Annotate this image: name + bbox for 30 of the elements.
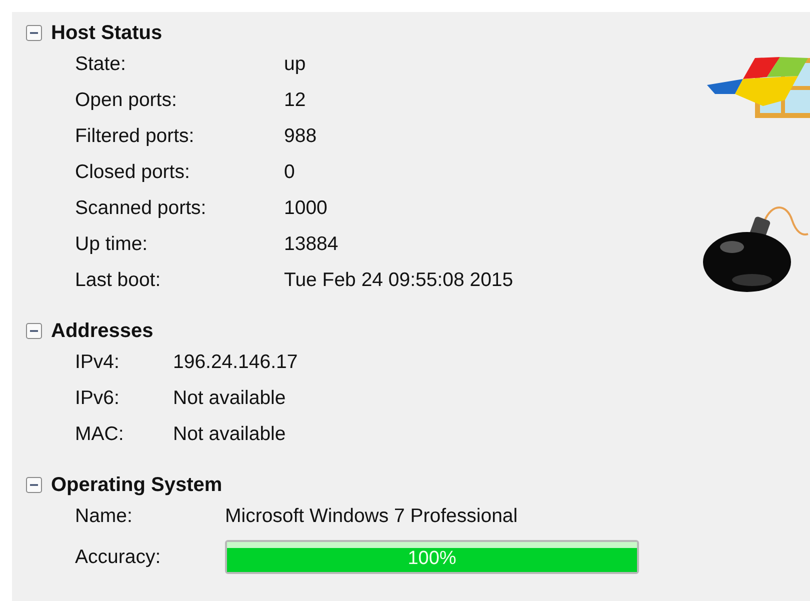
section-title: Operating System (51, 474, 222, 496)
field-value: 13884 (284, 232, 338, 256)
field-label: Name: (75, 504, 134, 528)
field-value: up (284, 52, 306, 76)
field-label: MAC: (75, 422, 125, 446)
accuracy-reading: 100% (406, 548, 458, 570)
field-label: Up time: (75, 232, 149, 256)
field-label: Filtered ports: (75, 124, 196, 148)
field-label: Open ports: (75, 88, 178, 112)
field-label: Scanned ports: (75, 196, 208, 220)
field-value: 0 (284, 160, 295, 184)
field-value: 988 (284, 124, 317, 148)
field-label: Closed ports: (75, 160, 191, 184)
section-title: Host Status (51, 22, 162, 44)
collapse-toggle-icon[interactable] (26, 25, 42, 41)
field-value: Not available (173, 386, 286, 410)
field-value: 1000 (284, 196, 328, 220)
field-label: Accuracy: (75, 546, 162, 568)
field-label: State: (75, 52, 127, 76)
field-label: Last boot: (75, 268, 162, 292)
field-label: IPv6: (75, 386, 120, 410)
section-title: Addresses (51, 320, 154, 342)
field-value: Tue Feb 24 09:55:08 2015 (284, 268, 514, 292)
field-value: 12 (284, 88, 306, 112)
field-label: IPv4: (75, 350, 120, 374)
field-value: 196.24.146.17 (173, 350, 298, 374)
field-value: Not available (173, 422, 286, 446)
collapse-toggle-icon[interactable] (26, 323, 42, 339)
collapse-toggle-icon[interactable] (26, 477, 42, 493)
field-value: Microsoft Windows 7 Professional (225, 504, 518, 528)
